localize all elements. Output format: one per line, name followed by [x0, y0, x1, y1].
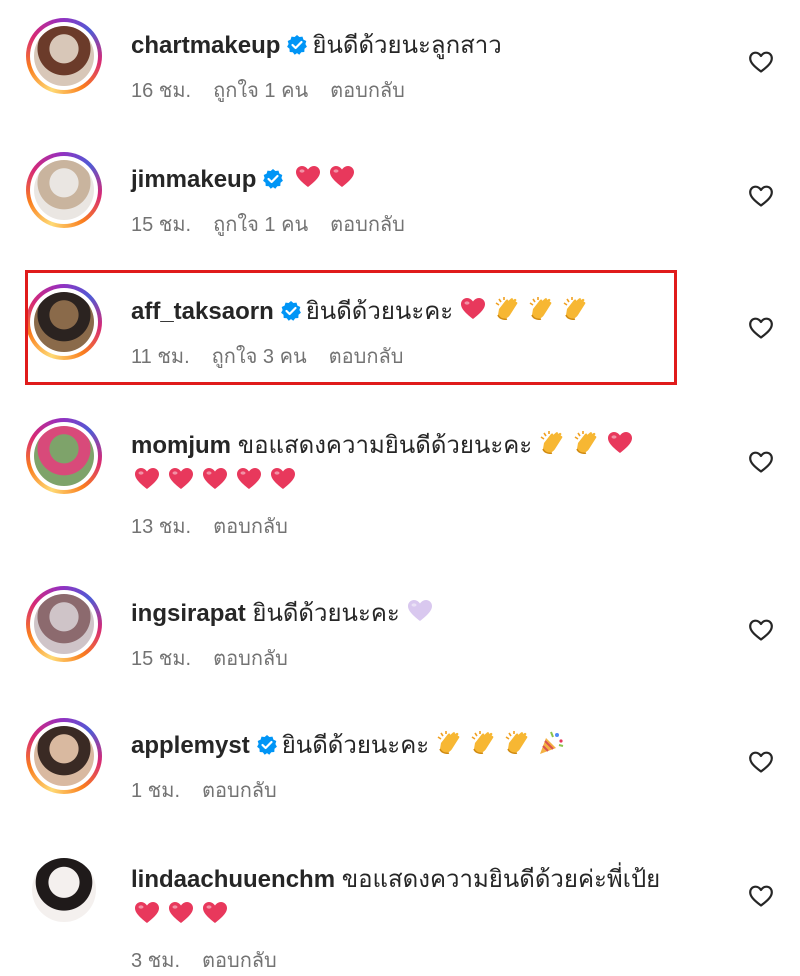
verified-badge-icon — [287, 35, 308, 55]
avatar-photo — [34, 726, 94, 786]
comment-line: chartmakeup ยินดีด้วยนะลูกสาว — [131, 28, 711, 64]
comment-meta: 15 ชม. ถูกใจ 1 คน ตอบกลับ — [131, 208, 711, 240]
heart-emoji-icon — [203, 468, 227, 489]
comment-line: lindaachuuenchm ขอแสดงความยินดีด้วยค่ะพี… — [131, 862, 711, 898]
comment-text: ยินดีด้วยนะคะ — [281, 732, 430, 759]
heart-emoji-icon — [271, 468, 295, 489]
heart-outline-icon[interactable] — [748, 618, 774, 642]
username-link[interactable]: ingsirapat — [131, 600, 246, 627]
heart-emoji-icon — [135, 902, 159, 923]
comment-item: momjum ขอแสดงความยินดีด้วยนะคะ 13 ชม. ตอบก… — [0, 418, 800, 538]
comment-content: jimmakeup 15 ชม. ถูกใจ 1 คน ตอบกลับ — [131, 162, 711, 240]
comment-time: 1 ชม. — [131, 780, 180, 802]
comment-content: applemyst ยินดีด้วยนะคะ 1 ชม. ตอบกลับ — [131, 728, 711, 806]
username-link[interactable]: momjum — [131, 432, 231, 459]
reply-button[interactable]: ตอบกลับ — [213, 648, 288, 670]
avatar[interactable] — [26, 152, 102, 228]
reply-button[interactable]: ตอบกลับ — [202, 780, 277, 802]
comment-line: ingsirapat ยินดีด้วยนะคะ — [131, 596, 711, 632]
avatar[interactable] — [26, 718, 102, 794]
lilac-heart-emoji-icon — [407, 600, 432, 621]
heart-outline-icon[interactable] — [748, 750, 774, 774]
username-link[interactable]: jimmakeup — [131, 166, 256, 193]
avatar-frame — [26, 852, 102, 928]
avatar-frame — [30, 156, 98, 224]
heart-emoji-icon — [296, 166, 321, 187]
comment-time: 15 ชม. — [131, 648, 192, 670]
comment-content: ingsirapat ยินดีด้วยนะคะ 15 ชม. ตอบกลับ — [131, 596, 711, 674]
comment-line: applemyst ยินดีด้วยนะคะ — [131, 728, 711, 764]
clap-emoji-icon — [471, 731, 494, 754]
verified-badge-icon — [256, 735, 277, 755]
avatar-frame — [30, 722, 98, 790]
avatar-frame — [30, 590, 98, 658]
heart-outline-icon[interactable] — [748, 884, 774, 908]
username-link[interactable]: lindaachuuenchm — [131, 866, 335, 893]
clap-emoji-icon — [505, 731, 528, 754]
heart-emoji-icon — [237, 468, 261, 489]
username-link[interactable]: applemyst — [131, 732, 250, 759]
reply-button[interactable]: ตอบกลับ — [213, 516, 288, 538]
comment-content: momjum ขอแสดงความยินดีด้วยนะคะ 13 ชม. ตอบก… — [131, 428, 711, 542]
comment-item: ingsirapat ยินดีด้วยนะคะ 15 ชม. ตอบกลับ — [0, 586, 800, 706]
avatar-frame — [30, 422, 98, 490]
comment-time: 16 ชม. — [131, 80, 192, 102]
avatar-photo — [34, 160, 94, 220]
like-count-link[interactable]: ถูกใจ 1 คน — [213, 80, 308, 102]
comment-meta: 3 ชม. ตอบกลับ — [131, 944, 711, 976]
avatar[interactable] — [26, 18, 102, 94]
heart-emoji-icon — [330, 166, 355, 187]
heart-emoji-icon — [135, 468, 159, 489]
comment-content: lindaachuuenchm ขอแสดงความยินดีด้วยค่ะพี… — [131, 862, 711, 976]
comment-time: 13 ชม. — [131, 516, 192, 538]
verified-badge-icon — [263, 169, 284, 189]
heart-outline-icon[interactable] — [748, 184, 774, 208]
avatar[interactable] — [26, 586, 102, 662]
heart-emoji-icon — [203, 902, 227, 923]
like-count-link[interactable]: ถูกใจ 1 คน — [213, 214, 308, 236]
comment-item: applemyst ยินดีด้วยนะคะ 1 ชม. ตอบกลับ — [0, 718, 800, 838]
clap-emoji-icon — [574, 431, 597, 454]
comment-meta: 15 ชม. ตอบกลับ — [131, 642, 711, 674]
avatar-photo — [34, 26, 94, 86]
avatar-frame — [30, 22, 98, 90]
comment-text: ยินดีด้วยนะลูกสาว — [312, 32, 502, 59]
avatar-photo — [32, 858, 96, 922]
avatar[interactable] — [26, 418, 102, 494]
heart-emoji-icon — [169, 468, 193, 489]
highlight-box — [25, 270, 677, 385]
comment-line-continued — [131, 464, 711, 500]
heart-outline-icon[interactable] — [748, 450, 774, 474]
avatar-photo — [34, 594, 94, 654]
comment-line: momjum ขอแสดงความยินดีด้วยนะคะ — [131, 428, 711, 464]
heart-outline-icon[interactable] — [748, 50, 774, 74]
comment-meta: 16 ชม. ถูกใจ 1 คน ตอบกลับ — [131, 74, 711, 106]
reply-button[interactable]: ตอบกลับ — [330, 80, 405, 102]
party-popper-emoji-icon — [540, 731, 564, 754]
username-link[interactable]: chartmakeup — [131, 32, 280, 59]
avatar-photo — [34, 426, 94, 486]
comment-line-continued — [131, 898, 711, 934]
heart-outline-icon[interactable] — [748, 316, 774, 340]
comment-content: chartmakeup ยินดีด้วยนะลูกสาว 16 ชม. ถูกใจ … — [131, 28, 711, 106]
comment-time: 15 ชม. — [131, 214, 192, 236]
comment-item: jimmakeup 15 ชม. ถูกใจ 1 คน ตอบกลับ — [0, 152, 800, 272]
comment-text: ขอแสดงความยินดีด้วยนะคะ — [237, 432, 533, 459]
comment-line: jimmakeup — [131, 162, 711, 198]
heart-emoji-icon — [608, 432, 633, 453]
comment-time: 3 ชม. — [131, 950, 180, 972]
comment-item: lindaachuuenchm ขอแสดงความยินดีด้วยค่ะพี… — [0, 852, 800, 972]
comment-meta: 1 ชม. ตอบกลับ — [131, 774, 711, 806]
reply-button[interactable]: ตอบกลับ — [202, 950, 277, 972]
clap-emoji-icon — [540, 431, 563, 454]
comment-text: ขอแสดงความยินดีด้วยค่ะพี่เป้ย — [341, 866, 661, 893]
comment-text: ยินดีด้วยนะคะ — [252, 600, 400, 627]
clap-emoji-icon — [437, 731, 460, 754]
avatar[interactable] — [26, 852, 102, 928]
reply-button[interactable]: ตอบกลับ — [330, 214, 405, 236]
heart-emoji-icon — [169, 902, 193, 923]
comment-meta: 13 ชม. ตอบกลับ — [131, 510, 711, 542]
comment-item: chartmakeup ยินดีด้วยนะลูกสาว 16 ชม. ถูกใจ … — [0, 18, 800, 138]
